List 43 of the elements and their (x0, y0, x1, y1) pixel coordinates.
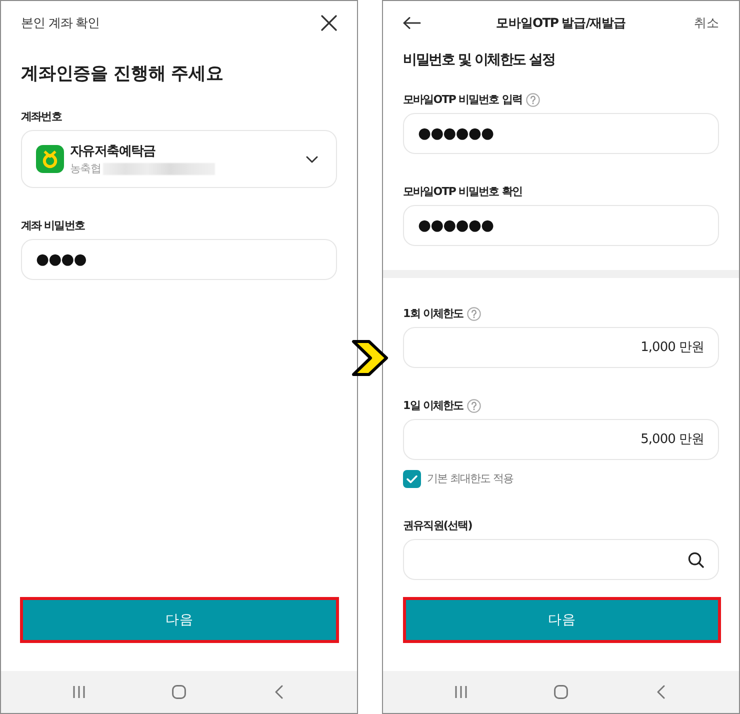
help-icon[interactable] (467, 399, 482, 413)
field-label: 1회 이체한도 (403, 306, 464, 322)
chevron-down-icon[interactable] (306, 156, 318, 162)
field-label: 계좌 비밀번호 (21, 218, 85, 234)
home-icon[interactable] (172, 685, 186, 699)
field-label: 권유직원(선택) (403, 518, 472, 534)
account-select[interactable]: 자유저축예탁금 농축협 (21, 130, 337, 188)
recent-apps-icon[interactable] (454, 685, 468, 699)
password-dots: ●●●●●● (418, 218, 494, 233)
home-icon[interactable] (554, 685, 568, 699)
amount-field[interactable]: 1,000 만원 (403, 327, 719, 368)
back-arrow-icon[interactable] (403, 17, 421, 29)
recent-apps-icon[interactable] (72, 685, 86, 699)
checked-checkbox-icon[interactable] (403, 470, 421, 488)
search-icon[interactable] (688, 552, 704, 568)
page-heading: 비밀번호 및 이체한도 설정 (403, 51, 556, 70)
screen-title: 본인 계좌 확인 (21, 14, 100, 32)
amount-field[interactable]: 5,000 만원 (403, 419, 719, 460)
screen-title: 모바일OTP 발급/재발급 (496, 14, 626, 30)
page-heading: 계좌인증을 진행해 주세요 (21, 63, 224, 85)
account-name: 자유저축예탁금 (70, 142, 156, 160)
password-dots: ●●●●●● (418, 126, 494, 141)
field-label: 계좌번호 (21, 109, 62, 125)
password-field[interactable]: ●●●●●● (403, 205, 719, 246)
logo-icon (36, 145, 64, 173)
field-label: 모바일OTP 비밀번호 입력 (403, 92, 522, 108)
help-icon[interactable] (526, 93, 540, 107)
checkbox-label[interactable]: 기본 최대한도 적용 (427, 470, 513, 488)
password-dots: ●●●● (36, 252, 86, 267)
amount-value: 1,000 만원 (640, 338, 704, 357)
cancel-link[interactable]: 취소 (694, 14, 719, 32)
help-icon[interactable] (467, 307, 482, 321)
amount-value: 5,000 만원 (640, 430, 704, 449)
field-label: 모바일OTP 비밀번호 확인 (403, 184, 522, 200)
password-field[interactable]: ●●●●●● (403, 113, 719, 154)
bank-name: 농축협 (70, 162, 101, 176)
search-field[interactable] (403, 539, 719, 580)
next-button[interactable]: 다음 (403, 597, 721, 643)
chevron-arrow-icon (351, 339, 389, 377)
close-icon[interactable] (321, 15, 337, 31)
next-button[interactable]: 다음 (20, 597, 339, 643)
field-label: 1일 이체한도 (403, 398, 464, 414)
password-field[interactable]: ●●●● (21, 239, 337, 280)
